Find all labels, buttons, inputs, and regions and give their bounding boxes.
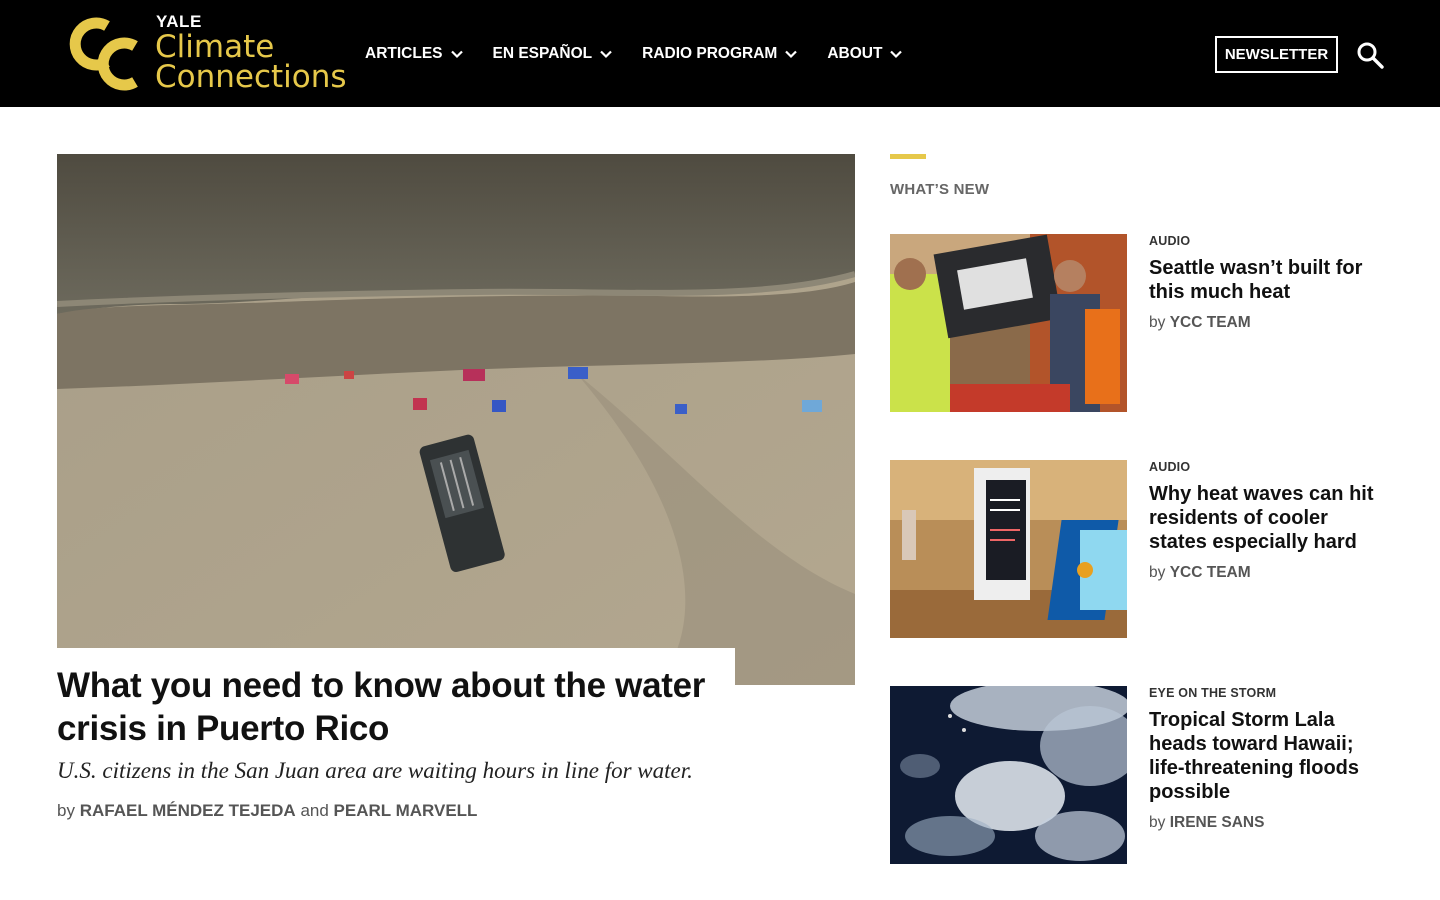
byline-prefix: by [1149, 564, 1166, 581]
logo-connections-text: Connections [155, 59, 347, 95]
story-byline: by YCC TEAM [1149, 564, 1251, 582]
story-thumbnail[interactable] [890, 460, 1127, 638]
section-accent-bar [890, 154, 926, 159]
story-thumbnail[interactable] [890, 234, 1127, 412]
story-byline: by YCC TEAM [1149, 314, 1251, 332]
story-title[interactable]: Why heat waves can hit residents of cool… [1149, 482, 1389, 554]
feature-title[interactable]: What you need to know about the water cr… [57, 664, 737, 750]
site-logo[interactable]: YALE Climate Connections [57, 10, 347, 96]
byline-prefix: by [57, 801, 75, 820]
author-link[interactable]: PEARL MARVELL [334, 801, 478, 820]
author-link[interactable]: IRENE SANS [1170, 814, 1265, 831]
byline-prefix: by [1149, 814, 1166, 831]
nav-radio-program-label: RADIO PROGRAM [642, 45, 778, 62]
nav-articles-label: ARTICLES [365, 45, 443, 62]
feature-image[interactable] [57, 154, 855, 685]
story-byline: by IRENE SANS [1149, 814, 1264, 832]
nav-articles[interactable]: ARTICLES [365, 45, 464, 63]
nav-en-espanol[interactable]: EN ESPAÑOL [493, 45, 614, 63]
main-nav: ARTICLES EN ESPAÑOL RADIO PROGRAM ABOUT [365, 40, 932, 68]
story-title[interactable]: Tropical Storm Lala heads toward Hawaii;… [1149, 708, 1389, 804]
chevron-down-icon [890, 50, 903, 59]
story-kicker[interactable]: AUDIO [1149, 234, 1190, 248]
search-icon[interactable] [1356, 41, 1384, 69]
byline-prefix: by [1149, 314, 1166, 331]
nav-about-label: ABOUT [827, 45, 883, 62]
author-link[interactable]: YCC TEAM [1170, 564, 1251, 581]
story-thumbnail[interactable] [890, 686, 1127, 864]
site-header: YALE Climate Connections ARTICLES EN ESP… [0, 0, 1440, 107]
nav-radio-program[interactable]: RADIO PROGRAM [642, 45, 798, 63]
author-link[interactable]: YCC TEAM [1170, 314, 1251, 331]
nav-en-espanol-label: EN ESPAÑOL [492, 45, 593, 62]
newsletter-button[interactable]: NEWSLETTER [1215, 36, 1338, 73]
author-link[interactable]: RAFAEL MÉNDEZ TEJEDA [80, 801, 296, 820]
feature-dek: U.S. citizens in the San Juan area are w… [57, 758, 693, 783]
story-title[interactable]: Seattle wasn’t built for this much heat [1149, 256, 1389, 304]
nav-about[interactable]: ABOUT [827, 45, 903, 63]
feature-byline: by RAFAEL MÉNDEZ TEJEDA and PEARL MARVEL… [57, 801, 477, 821]
story-kicker[interactable]: AUDIO [1149, 460, 1190, 474]
cc-logo-icon [69, 17, 138, 91]
byline-joiner: and [300, 801, 329, 820]
story-kicker[interactable]: EYE ON THE STORM [1149, 686, 1276, 700]
whats-new-heading: WHAT’S NEW [890, 181, 990, 198]
chevron-down-icon [785, 50, 798, 59]
chevron-down-icon [600, 50, 612, 59]
chevron-down-icon [450, 50, 463, 59]
